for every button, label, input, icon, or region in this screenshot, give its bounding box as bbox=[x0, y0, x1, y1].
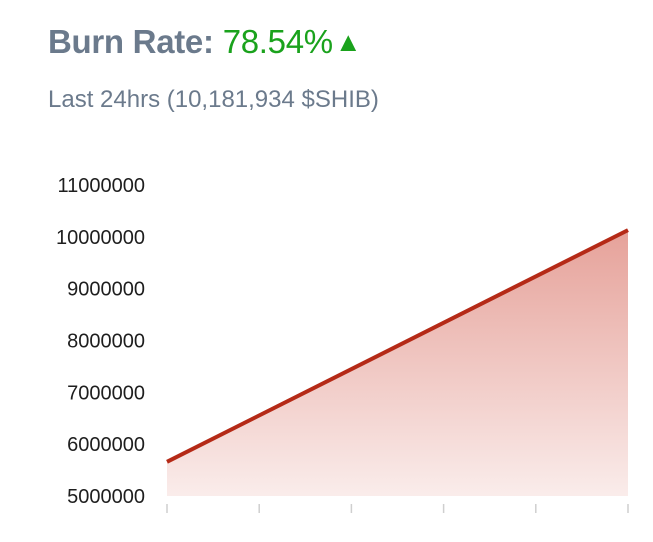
series-area bbox=[167, 230, 628, 496]
y-tick-label: 9000000 bbox=[67, 279, 145, 301]
x-axis bbox=[166, 504, 629, 513]
y-axis: 5000000 6000000 7000000 8000000 9000000 10000… bbox=[56, 175, 145, 508]
y-tick-label: 6000000 bbox=[67, 434, 145, 456]
y-tick-label: 10000000 bbox=[56, 227, 145, 249]
y-tick-label: 11000000 bbox=[58, 175, 146, 197]
burn-chart: 5000000 6000000 7000000 8000000 9000000 10000… bbox=[56, 175, 629, 513]
y-tick-label: 5000000 bbox=[67, 486, 145, 508]
y-tick-label: 8000000 bbox=[67, 331, 145, 353]
y-tick-label: 7000000 bbox=[67, 382, 145, 404]
